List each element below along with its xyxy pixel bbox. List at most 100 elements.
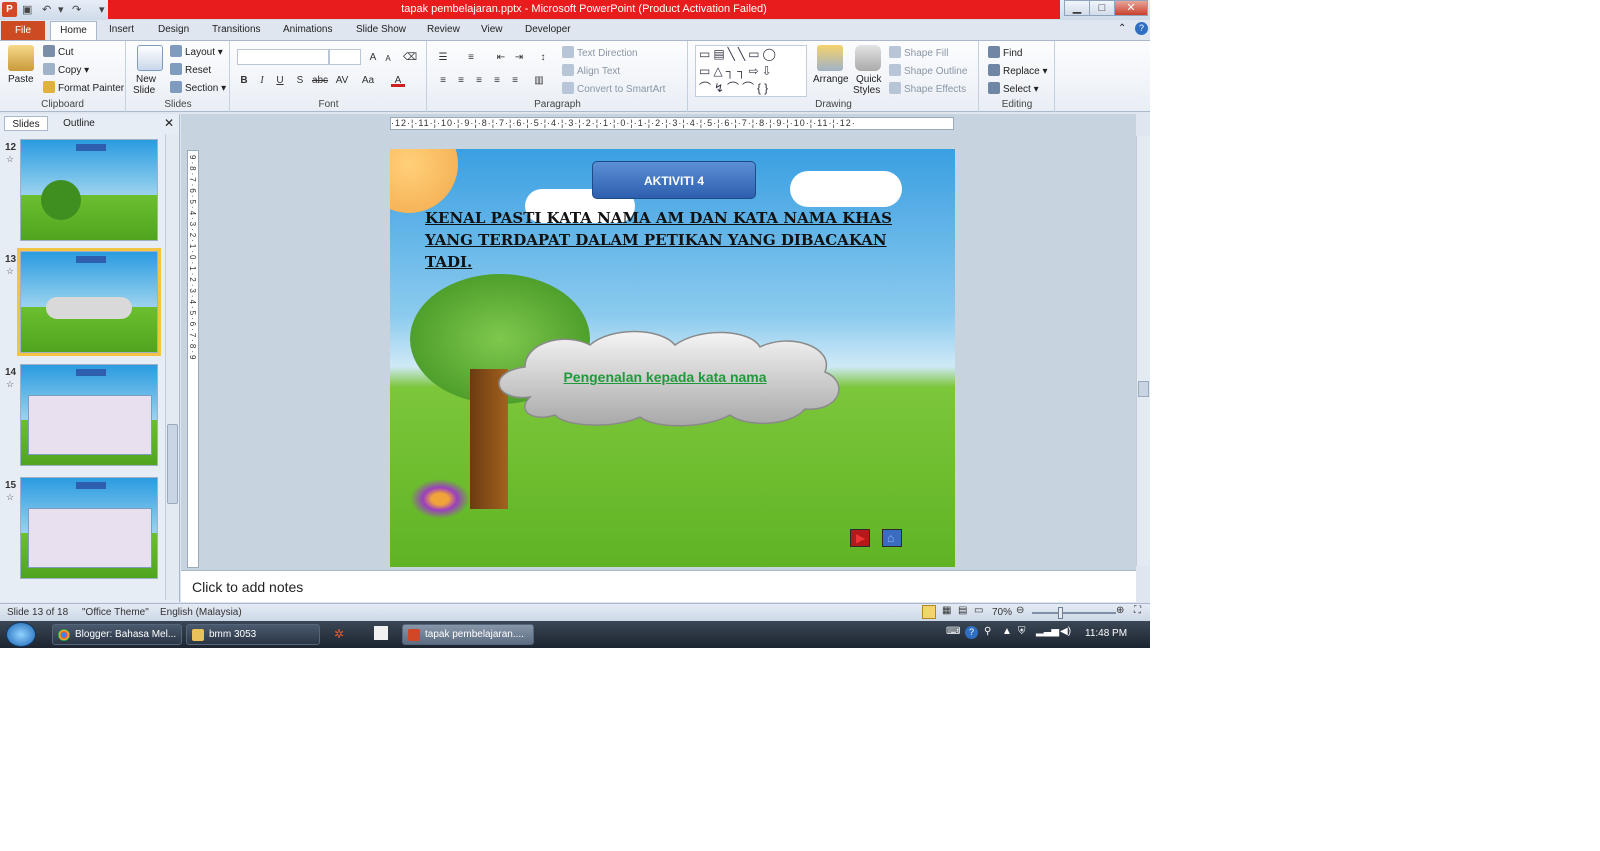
minimize-ribbon-icon[interactable]: ⌃	[1118, 23, 1126, 34]
activity-title-button[interactable]: AKTIVITI 4	[592, 161, 756, 199]
shape-fill-button[interactable]: Shape Fill	[889, 46, 948, 59]
clock[interactable]: 11:48 PM	[1085, 628, 1127, 639]
volume-icon[interactable]: ◀)	[1060, 626, 1071, 637]
underline-button[interactable]: U	[273, 74, 287, 87]
copy-button[interactable]: Copy ▾	[43, 63, 89, 76]
start-button[interactable]	[6, 622, 36, 647]
zoom-slider-thumb[interactable]	[1058, 607, 1063, 619]
help-icon[interactable]: ?	[1135, 22, 1148, 35]
minimize-button[interactable]: ▁	[1064, 0, 1090, 16]
grow-font-button[interactable]: A	[366, 51, 380, 64]
zoom-out-icon[interactable]: ⊖	[1016, 605, 1024, 616]
tab-insert[interactable]: Insert	[109, 24, 134, 35]
tab-home[interactable]: Home	[50, 21, 97, 41]
redo-icon[interactable]: ↷	[72, 3, 81, 16]
theme-name[interactable]: "Office Theme"	[82, 607, 149, 618]
paste-icon[interactable]	[8, 45, 34, 71]
maximize-button[interactable]: □	[1089, 0, 1115, 16]
slideshow-view-icon[interactable]: ▭	[974, 605, 983, 616]
taskbar-item-folder[interactable]: bmm 3053	[186, 624, 320, 645]
slide-thumbnail-14[interactable]	[20, 364, 158, 466]
format-painter-button[interactable]: Format Painter	[43, 81, 124, 94]
tab-review[interactable]: Review	[427, 24, 460, 35]
slide-sorter-icon[interactable]: ▦	[942, 605, 951, 616]
numbering-icon[interactable]: ≡	[464, 51, 478, 64]
new-slide-label-2[interactable]: Slide	[133, 85, 155, 96]
bold-button[interactable]: B	[237, 74, 251, 87]
tab-developer[interactable]: Developer	[525, 24, 571, 35]
tab-slide-show[interactable]: Slide Show	[356, 24, 406, 35]
section-button[interactable]: Section ▾	[170, 81, 226, 94]
slide-thumbnail-15[interactable]	[20, 477, 158, 579]
convert-smartart-button[interactable]: Convert to SmartArt	[562, 82, 665, 95]
close-panel-icon[interactable]: ✕	[164, 116, 174, 130]
undo-icon[interactable]: ↶	[42, 3, 51, 16]
editor-scrollbar[interactable]	[1136, 136, 1150, 566]
reading-view-icon[interactable]: ▤	[958, 605, 967, 616]
notes-placeholder[interactable]: Click to add notes	[192, 579, 303, 595]
shape-outline-button[interactable]: Shape Outline	[889, 64, 967, 77]
show-hidden-icons[interactable]: ▲	[1002, 626, 1012, 637]
quick-styles-icon[interactable]	[855, 45, 881, 71]
zoom-slider[interactable]	[1032, 607, 1116, 619]
shapes-gallery[interactable]: ▭▤╲╲▭◯ ▭△┐┐⇨⇩ ⌒↯⌒⌒{}	[695, 45, 807, 97]
slide-heading[interactable]: KENAL PASTI KATA NAMA AM DAN KATA NAMA K…	[425, 207, 920, 273]
cut-button[interactable]: Cut	[43, 45, 74, 58]
paste-button[interactable]: Paste	[8, 74, 34, 85]
new-slide-icon[interactable]	[137, 45, 163, 71]
home-button[interactable]: ⌂	[882, 529, 902, 547]
signal-icon[interactable]: ▂▃▅	[1036, 626, 1059, 637]
panel-scrollbar[interactable]	[165, 134, 179, 600]
fit-to-window-icon[interactable]: ⛶	[1134, 605, 1141, 616]
quick-styles-label-2[interactable]: Styles	[853, 85, 880, 96]
panel-scroll-thumb[interactable]	[167, 424, 178, 504]
bullets-icon[interactable]: ☰	[436, 51, 450, 64]
slide-canvas[interactable]: AKTIVITI 4 KENAL PASTI KATA NAMA AM DAN …	[390, 149, 955, 567]
justify-icon[interactable]: ≡	[490, 74, 504, 87]
tab-transitions[interactable]: Transitions	[212, 24, 261, 35]
customize-qat-icon[interactable]: ▾	[99, 3, 105, 16]
align-right-icon[interactable]: ≡	[472, 74, 486, 87]
shape-effects-button[interactable]: Shape Effects	[889, 82, 966, 95]
font-color-button[interactable]: A	[391, 74, 405, 87]
find-button[interactable]: Find	[988, 46, 1022, 59]
editor-scroll-thumb[interactable]	[1138, 381, 1149, 397]
tab-slides[interactable]: Slides	[4, 116, 48, 131]
align-center-icon[interactable]: ≡	[454, 74, 468, 87]
dropdown-chevron-icon[interactable]: ▾	[58, 3, 64, 16]
change-case-button[interactable]: Aa	[359, 74, 377, 87]
powerpoint-app-icon[interactable]: P	[2, 2, 17, 17]
italic-button[interactable]: I	[255, 74, 269, 87]
increase-indent-icon[interactable]: ⇥	[512, 51, 526, 64]
tab-outline[interactable]: Outline	[54, 116, 104, 131]
replace-button[interactable]: Replace ▾	[988, 64, 1048, 77]
cloud-text[interactable]: Pengenalan kepada kata nama	[550, 369, 780, 385]
help-tray-icon[interactable]: ?	[965, 626, 978, 639]
save-icon[interactable]: ▣	[22, 3, 32, 16]
arrange-button[interactable]: Arrange	[813, 74, 849, 85]
text-direction-button[interactable]: Text Direction	[562, 46, 638, 59]
tab-design[interactable]: Design	[158, 24, 189, 35]
slide-thumbnail-12[interactable]	[20, 139, 158, 241]
decrease-indent-icon[interactable]: ⇤	[494, 51, 508, 64]
slide-thumbnail-13[interactable]	[17, 248, 161, 356]
notes-pane[interactable]: Click to add notes	[181, 570, 1136, 602]
taskbar-item-powerpoint[interactable]: tapak pembelajaran....	[402, 624, 534, 645]
layout-button[interactable]: Layout ▾	[170, 45, 223, 58]
antivirus-icon[interactable]: ⛨	[1018, 626, 1026, 637]
zoom-level[interactable]: 70%	[992, 607, 1012, 618]
font-family-select[interactable]	[237, 49, 329, 65]
tab-file[interactable]: File	[1, 21, 45, 40]
character-spacing-button[interactable]: AV	[333, 74, 351, 87]
strikethrough-button[interactable]: abc	[311, 74, 329, 87]
next-arrow-button[interactable]: ▶	[850, 529, 870, 547]
arrange-icon[interactable]	[817, 45, 843, 71]
language-indicator[interactable]: English (Malaysia)	[160, 607, 242, 618]
pinned-app-icon[interactable]: ✲	[334, 627, 344, 641]
shrink-font-button[interactable]: A	[381, 52, 395, 65]
tab-view[interactable]: View	[481, 24, 503, 35]
clear-formatting-icon[interactable]: ⌫	[403, 51, 417, 64]
text-shadow-button[interactable]: S	[293, 74, 307, 87]
keyboard-icon[interactable]: ⌨	[946, 626, 960, 637]
taskbar-item-chrome[interactable]: Blogger: Bahasa Mel...	[52, 624, 182, 645]
